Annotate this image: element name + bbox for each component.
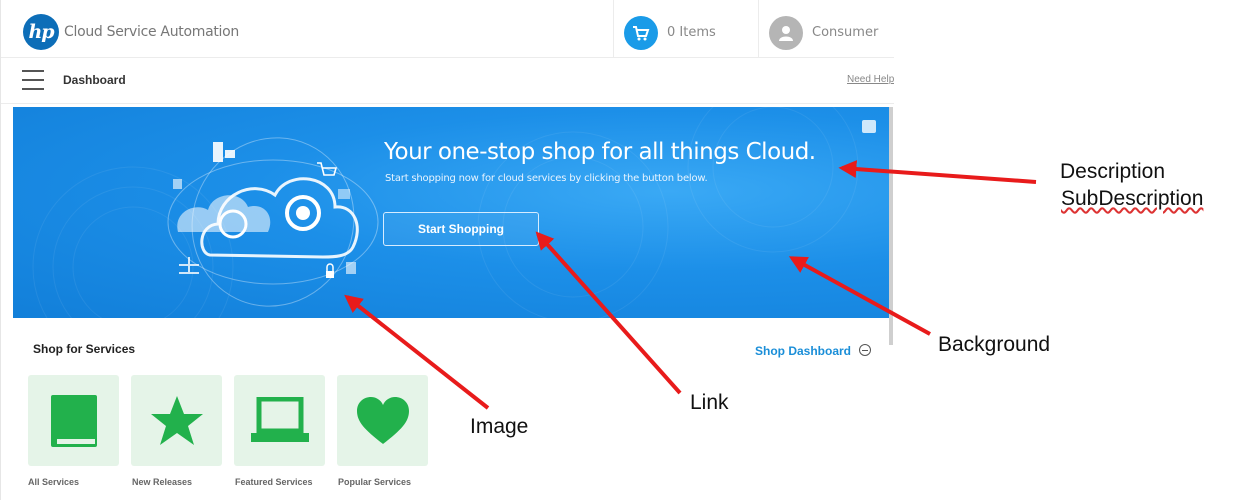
hp-logo[interactable]: hp: [23, 14, 59, 50]
tile-new-releases[interactable]: [131, 375, 222, 466]
app-window: hp Cloud Service Automation 0 Items Cons…: [0, 0, 894, 500]
top-bar: hp Cloud Service Automation 0 Items Cons…: [1, 0, 894, 58]
menu-icon[interactable]: [22, 70, 44, 90]
annotation-image: Image: [470, 415, 529, 438]
hero-banner: Your one-stop shop for all things Cloud.…: [13, 107, 889, 318]
sub-bar: Dashboard Need Help: [1, 58, 894, 104]
tile-label[interactable]: All Services: [28, 477, 79, 487]
user-name[interactable]: Consumer: [812, 25, 878, 40]
annotation-subdescription: SubDescription: [1061, 187, 1204, 210]
scrollbar[interactable]: [889, 107, 893, 345]
heart-icon: [356, 396, 409, 444]
app-title: Cloud Service Automation: [64, 24, 239, 40]
collapse-icon[interactable]: [859, 344, 871, 356]
book-icon: [50, 394, 97, 447]
tile-all-services[interactable]: [28, 375, 119, 466]
annotation-background: Background: [938, 333, 1051, 356]
star-icon: [150, 395, 203, 445]
expand-icon[interactable]: [862, 120, 876, 133]
shop-dashboard-link[interactable]: Shop Dashboard: [755, 344, 851, 358]
tile-label[interactable]: Featured Services: [235, 477, 313, 487]
cart-icon[interactable]: [624, 16, 658, 50]
tile-label[interactable]: New Releases: [132, 477, 192, 487]
need-help-link[interactable]: Need Help: [847, 74, 894, 85]
annotation-link: Link: [690, 391, 729, 414]
tile-popular-services[interactable]: [337, 375, 428, 466]
annotation-description: Description: [1060, 160, 1166, 183]
divider: [758, 0, 759, 58]
divider: [613, 0, 614, 58]
section-title: Shop for Services: [33, 342, 136, 356]
tile-featured-services[interactable]: [234, 375, 325, 466]
hero-subdescription: Start shopping now for cloud services by…: [385, 173, 708, 184]
cart-count[interactable]: 0 Items: [667, 25, 716, 40]
tile-label[interactable]: Popular Services: [338, 477, 411, 487]
user-avatar-icon[interactable]: [769, 16, 803, 50]
start-shopping-button[interactable]: Start Shopping: [383, 212, 539, 246]
hero-description: Your one-stop shop for all things Cloud.: [384, 139, 816, 165]
laptop-icon: [250, 396, 309, 442]
page-title: Dashboard: [63, 73, 126, 87]
